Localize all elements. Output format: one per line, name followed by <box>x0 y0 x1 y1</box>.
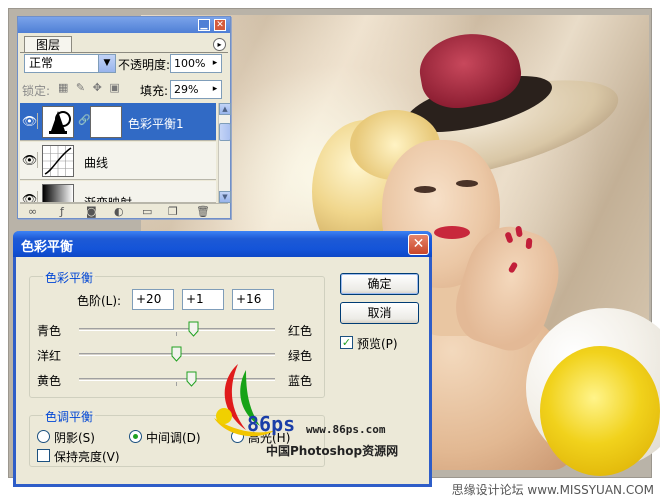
layer-name: 曲线 <box>84 156 109 170</box>
radio-label: 中间调(D) <box>146 431 201 445</box>
slider-right-label: 绿色 <box>288 349 313 363</box>
blend-mode-select[interactable]: 正常 ▼ <box>24 54 116 73</box>
level-field-3[interactable]: +16 <box>232 289 274 310</box>
footer-watermark: 思缘设计论坛 www.MISSYUAN.COM <box>451 483 654 497</box>
logo-wordmark: 86ps <box>247 412 296 436</box>
slider-left-label: 洋红 <box>37 349 62 363</box>
triangle-right-icon[interactable]: ▸ <box>209 55 221 72</box>
lock-move-icon[interactable]: ✥ <box>93 81 104 94</box>
tone-balance-legend: 色调平衡 <box>43 408 96 425</box>
slider-right-label: 蓝色 <box>288 374 313 388</box>
eye-icon[interactable]: 👁 <box>22 152 38 168</box>
link-icon[interactable]: 🔗 <box>78 115 90 126</box>
scroll-up-icon[interactable]: ▲ <box>219 103 231 115</box>
nail <box>525 237 533 250</box>
lock-icons[interactable]: ▦ ✎ ✥ ▣ <box>58 81 122 94</box>
scroll-down-icon[interactable]: ▼ <box>219 191 231 203</box>
eye-right <box>456 180 478 187</box>
mask-icon[interactable]: ◙ <box>86 205 97 218</box>
layers-scrollbar[interactable]: ▲ ▼ <box>218 103 231 203</box>
panel-menu-icon[interactable]: ▸ <box>213 38 226 51</box>
logo-text: 86ps <box>247 412 295 436</box>
color-balance-legend: 色彩平衡 <box>43 269 96 286</box>
minimize-icon[interactable]: ▁ <box>198 19 210 31</box>
slider-left-label: 青色 <box>37 324 62 338</box>
levels-label: 色阶(L): <box>77 294 122 308</box>
checkbox-label: 保持亮度(V) <box>54 450 120 464</box>
watermark-site-name: 中国Photoshop资源网 <box>266 444 399 458</box>
dialog-title: 色彩平衡 <box>21 240 74 255</box>
level-field-1[interactable]: +20 <box>132 289 174 310</box>
layer-row[interactable]: 👁 🔗 色彩平衡1 <box>20 103 216 141</box>
slider-right-label: 红色 <box>288 324 313 338</box>
slider-thumb[interactable] <box>188 321 199 337</box>
trash-icon[interactable]: 🗑 <box>196 205 210 218</box>
preview-checkbox[interactable]: ✓ <box>340 336 353 349</box>
level-field-2[interactable]: +1 <box>182 289 224 310</box>
dialog-titlebar[interactable]: 色彩平衡 ✕ <box>13 231 432 257</box>
fx-icon[interactable]: ƒ <box>60 205 64 218</box>
layer-name: 色彩平衡1 <box>128 117 184 131</box>
radio-label: 阴影(S) <box>54 431 95 445</box>
slider-tick <box>176 382 177 386</box>
checkbox-label: 预览(P) <box>357 337 398 351</box>
folder-icon[interactable]: ▭ <box>142 205 152 218</box>
close-icon[interactable]: ✕ <box>214 19 226 31</box>
opacity-label: 不透明度: <box>118 58 171 72</box>
close-icon[interactable]: ✕ <box>408 234 429 255</box>
radio-shadows[interactable] <box>37 430 50 443</box>
cancel-button[interactable]: 取消 <box>340 302 419 324</box>
slider-thumb[interactable] <box>171 346 182 362</box>
beach-ball-yellow <box>540 346 660 476</box>
slider-left-label: 黄色 <box>37 374 62 388</box>
lock-transparency-icon[interactable]: ▦ <box>58 81 70 94</box>
slider-track[interactable] <box>79 328 275 331</box>
triangle-right-icon[interactable]: ▸ <box>209 81 221 98</box>
fill-value: 29% <box>174 83 199 96</box>
gradient-thumbnail <box>42 184 74 202</box>
layer-name: 渐变映射 <box>84 196 133 203</box>
layers-panel: ▁ ✕ 图层 ▸ 正常 ▼ 不透明度: 100% ▸ 锁定: ▦ ✎ ✥ ▣ 填… <box>17 16 231 219</box>
scroll-thumb[interactable] <box>219 123 231 141</box>
fill-field[interactable]: 29% ▸ <box>170 80 222 99</box>
layer-row[interactable]: 👁 曲线 <box>20 142 216 180</box>
fill-label: 填充: <box>140 84 169 98</box>
eye-left <box>414 186 436 193</box>
slider-tick <box>176 332 177 336</box>
slider-thumb[interactable] <box>186 371 197 387</box>
watermark-url: www.86ps.com <box>306 423 386 436</box>
preserve-luminosity-checkbox[interactable] <box>37 449 50 462</box>
layers-titlebar[interactable]: ▁ ✕ <box>18 17 230 33</box>
adjustment-icon[interactable]: ◐ <box>114 205 124 218</box>
blend-mode-value: 正常 <box>29 56 54 70</box>
mask-thumbnail <box>90 106 122 138</box>
layer-row[interactable]: 👁 渐变映射 <box>20 181 216 203</box>
eye-icon[interactable]: 👁 <box>22 113 38 129</box>
tab-layers[interactable]: 图层 <box>24 36 72 53</box>
lock-all-icon[interactable]: ▣ <box>109 81 121 94</box>
curves-thumbnail <box>42 145 74 177</box>
opacity-value: 100% <box>174 57 206 70</box>
new-layer-icon[interactable]: ❐ <box>168 205 178 218</box>
lock-label: 锁定: <box>22 84 51 98</box>
eye-icon[interactable]: 👁 <box>22 191 38 202</box>
opacity-field[interactable]: 100% ▸ <box>170 54 222 73</box>
lock-brush-icon[interactable]: ✎ <box>76 81 87 94</box>
lips <box>434 226 470 239</box>
radio-midtones[interactable] <box>129 430 142 443</box>
ok-button[interactable]: 确定 <box>340 273 419 295</box>
adjustment-thumbnail <box>42 106 74 138</box>
chevron-down-icon[interactable]: ▼ <box>98 55 115 72</box>
layers-toolbar: ∞ ƒ ◙ ◐ ▭ ❐ 🗑 <box>20 203 228 218</box>
link-layers-icon[interactable]: ∞ <box>28 205 37 218</box>
